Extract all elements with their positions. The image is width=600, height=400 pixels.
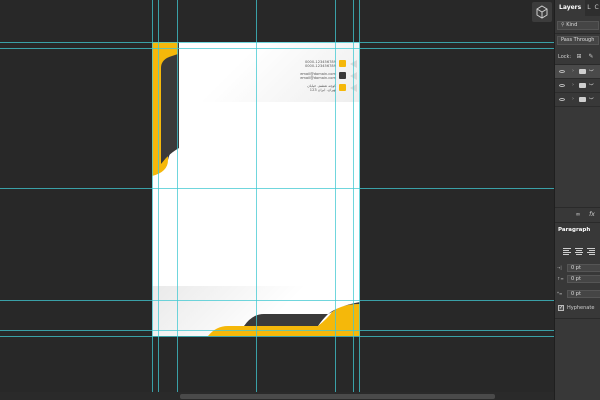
eye-icon[interactable] xyxy=(559,70,565,73)
layer-filter-select[interactable]: ⚲ Kind xyxy=(557,21,599,30)
chevron-right-icon[interactable]: › xyxy=(572,82,574,88)
space-before-field[interactable]: 0 pt xyxy=(567,275,600,283)
align-center-icon[interactable] xyxy=(575,247,583,255)
tab-paragraph[interactable]: Paragraph xyxy=(555,223,600,237)
tab-layers[interactable]: Layers xyxy=(555,0,586,16)
guide-horizontal[interactable] xyxy=(0,330,554,331)
cube-icon xyxy=(536,5,548,19)
guide-horizontal[interactable] xyxy=(0,42,554,43)
guide-horizontal[interactable] xyxy=(0,188,554,189)
indent-left-icon: →| xyxy=(557,265,562,270)
layer-row[interactable]: › ب xyxy=(555,93,600,107)
space-before-icon: ↑≡ xyxy=(557,276,564,281)
align-left-icon[interactable] xyxy=(563,247,571,255)
lock-label: Lock: xyxy=(558,54,572,60)
first-line-indent-icon: *≡ xyxy=(557,291,563,296)
folder-icon xyxy=(579,69,586,74)
divider xyxy=(555,33,600,34)
scrollbar-thumb[interactable] xyxy=(180,394,495,399)
guide-horizontal[interactable] xyxy=(0,48,554,49)
layer-name[interactable]: ب xyxy=(589,95,594,101)
mail-icon xyxy=(339,72,346,79)
folder-icon xyxy=(579,97,586,102)
contact-phones: 0000-123456789 0000-123456789 xyxy=(304,60,336,69)
guide-horizontal[interactable] xyxy=(0,300,554,301)
eye-icon[interactable] xyxy=(559,98,565,101)
guide-vertical[interactable] xyxy=(256,0,257,400)
first-line-indent-field[interactable]: 0 pt xyxy=(567,290,600,298)
lock-pixels-icon[interactable]: ⊞ xyxy=(574,52,584,61)
location-icon xyxy=(339,84,346,91)
guide-vertical[interactable] xyxy=(177,0,178,400)
divider xyxy=(555,318,600,319)
layer-row[interactable]: › ب xyxy=(555,79,600,93)
layers-panel: Layers L C ⚲ Kind Pass Through Lock: ⊞ ✎… xyxy=(554,0,600,400)
link-layers-icon[interactable]: ∞ xyxy=(573,210,583,219)
contact-emails: email@domain.com email@domain.com xyxy=(300,72,336,81)
chevron-right-icon[interactable]: › xyxy=(572,68,574,74)
tab-c[interactable]: C xyxy=(593,0,600,16)
guide-vertical[interactable] xyxy=(335,0,336,400)
hyphenate-checkbox[interactable]: ✓ xyxy=(558,305,564,311)
horizontal-scrollbar[interactable] xyxy=(0,392,554,400)
guide-vertical[interactable] xyxy=(353,0,354,400)
phone-icon xyxy=(339,60,346,67)
paragraph-tab-bar: Paragraph xyxy=(555,223,600,237)
layer-name[interactable]: ب xyxy=(589,81,594,87)
3d-panel-button[interactable] xyxy=(532,2,552,22)
align-right-icon[interactable] xyxy=(587,247,595,255)
contact-address: کوچه ششم، خیابان تهران، ایران 123 xyxy=(307,84,336,93)
lock-brush-icon[interactable]: ✎ xyxy=(586,52,596,61)
indent-left-field[interactable]: 0 pt xyxy=(567,264,600,272)
eye-icon[interactable] xyxy=(559,84,565,87)
workspace: 0000-123456789 0000-123456789 email@doma… xyxy=(0,0,600,400)
layer-name[interactable]: ب xyxy=(589,67,594,73)
layer-row[interactable]: › ب xyxy=(555,65,600,79)
tab-l[interactable]: L xyxy=(585,0,592,16)
folder-icon xyxy=(579,83,586,88)
guide-vertical[interactable] xyxy=(359,0,360,400)
hyphenate-label: Hyphenate xyxy=(567,305,595,311)
guide-vertical[interactable] xyxy=(158,0,159,400)
guide-vertical[interactable] xyxy=(152,0,153,400)
guide-horizontal[interactable] xyxy=(0,336,554,337)
chevron-right-icon[interactable]: › xyxy=(572,96,574,102)
blend-mode-select[interactable]: Pass Through xyxy=(557,36,599,45)
panel-tab-bar: Layers L C xyxy=(555,0,600,16)
divider xyxy=(555,207,600,208)
fx-button[interactable]: fx xyxy=(587,210,597,219)
